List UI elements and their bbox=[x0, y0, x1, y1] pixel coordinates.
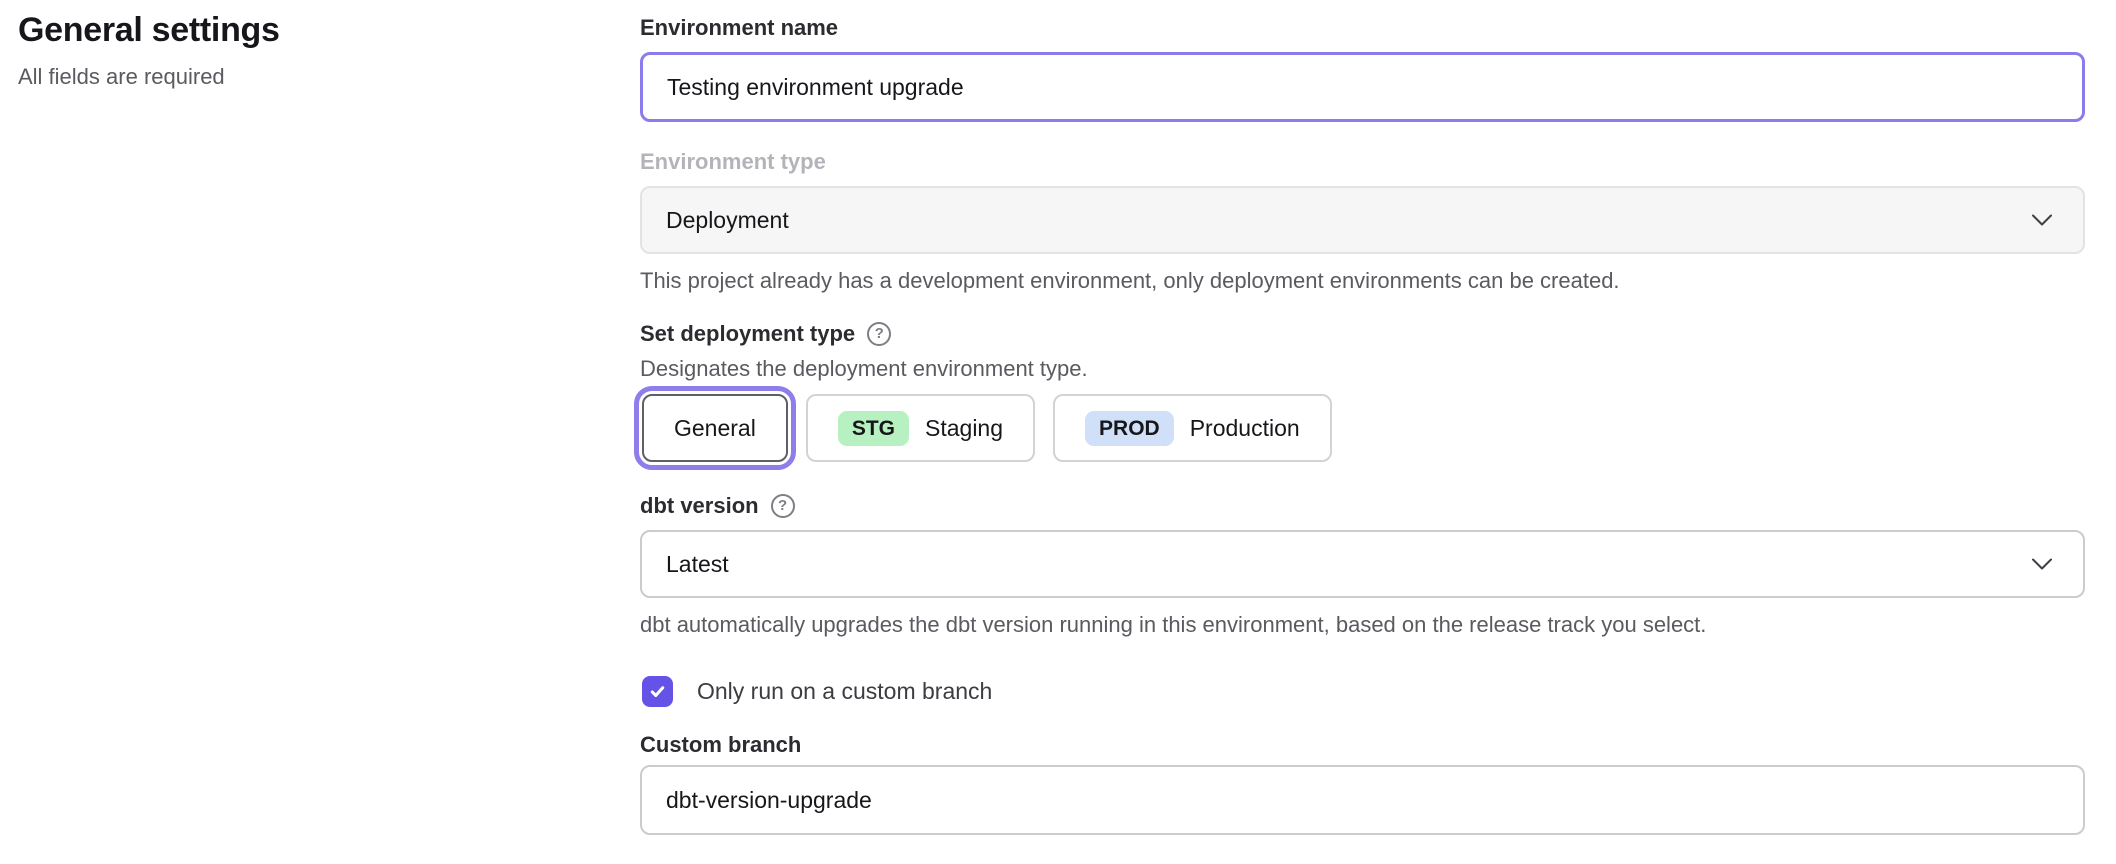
environment-name-input[interactable] bbox=[640, 52, 2085, 122]
custom-branch-checkbox-label[interactable]: Only run on a custom branch bbox=[697, 678, 992, 705]
help-icon[interactable]: ? bbox=[867, 322, 891, 346]
environment-type-select: Deployment bbox=[640, 186, 2085, 254]
help-icon[interactable]: ? bbox=[771, 494, 795, 518]
deployment-type-general-button[interactable]: General bbox=[642, 394, 788, 462]
page-subtitle: All fields are required bbox=[18, 64, 598, 90]
deployment-type-group: Set deployment type ? Designates the dep… bbox=[640, 320, 2085, 462]
environment-name-label: Environment name bbox=[640, 14, 2085, 42]
custom-branch-group: Custom branch bbox=[640, 731, 2085, 835]
page-title: General settings bbox=[18, 10, 598, 50]
dbt-version-select[interactable]: Latest bbox=[640, 530, 2085, 598]
dbt-version-label-text: dbt version bbox=[640, 492, 759, 520]
chevron-down-icon bbox=[2031, 213, 2053, 227]
deployment-type-general-label: General bbox=[674, 415, 756, 442]
dbt-version-group: dbt version ? Latest dbt automatically u… bbox=[640, 492, 2085, 638]
deployment-type-label: Set deployment type ? bbox=[640, 320, 2085, 348]
custom-branch-input[interactable] bbox=[640, 765, 2085, 835]
custom-branch-label: Custom branch bbox=[640, 731, 2085, 759]
deployment-type-label-text: Set deployment type bbox=[640, 320, 855, 348]
deployment-type-staging-button[interactable]: STG Staging bbox=[806, 394, 1035, 462]
environment-type-value: Deployment bbox=[666, 207, 789, 234]
dbt-version-value: Latest bbox=[666, 551, 729, 578]
dbt-version-label: dbt version ? bbox=[640, 492, 2085, 520]
settings-header: General settings All fields are required bbox=[18, 10, 598, 90]
chevron-down-icon bbox=[2031, 557, 2053, 571]
deployment-type-staging-label: Staging bbox=[925, 415, 1003, 442]
deployment-type-production-button[interactable]: PROD Production bbox=[1053, 394, 1332, 462]
deployment-type-options: General STG Staging PROD Production bbox=[640, 394, 2085, 462]
environment-type-helper: This project already has a development e… bbox=[640, 268, 2085, 294]
dbt-version-helper: dbt automatically upgrades the dbt versi… bbox=[640, 612, 2085, 638]
environment-name-group: Environment name bbox=[640, 14, 2085, 122]
custom-branch-checkbox[interactable] bbox=[642, 676, 673, 707]
environment-settings-form: Environment name Environment type Deploy… bbox=[640, 0, 2085, 835]
checkmark-icon bbox=[648, 682, 667, 701]
general-settings-page: General settings All fields are required… bbox=[0, 0, 2116, 864]
environment-type-label: Environment type bbox=[640, 148, 2085, 176]
environment-type-group: Environment type Deployment This project… bbox=[640, 148, 2085, 294]
stg-badge: STG bbox=[838, 411, 909, 446]
prod-badge: PROD bbox=[1085, 411, 1174, 446]
deployment-type-helper: Designates the deployment environment ty… bbox=[640, 356, 2085, 382]
custom-branch-checkbox-row: Only run on a custom branch bbox=[640, 676, 2085, 707]
deployment-type-production-label: Production bbox=[1190, 415, 1300, 442]
